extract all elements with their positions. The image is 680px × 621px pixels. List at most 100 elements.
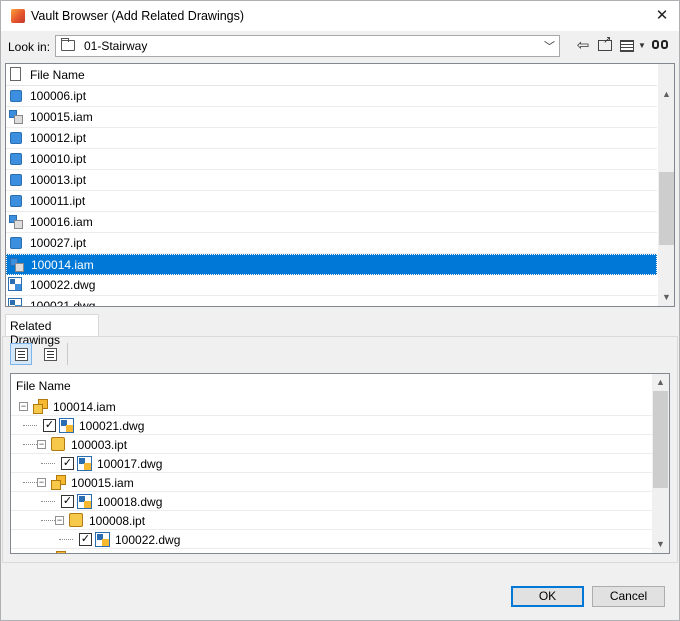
find-icon[interactable]	[651, 36, 671, 56]
file-name: 100015.iam	[30, 110, 93, 124]
tree-connector	[23, 425, 37, 426]
look-in-label: Look in:	[8, 40, 51, 54]
file-name: 100012.ipt	[30, 131, 87, 145]
assembly-file-icon	[9, 110, 23, 124]
file-row[interactable]: 100022.dwg	[6, 275, 657, 296]
file-row[interactable]: 100012.ipt	[6, 128, 657, 149]
toolbar-separator	[67, 343, 68, 365]
tree-item-name: 100021.dwg	[79, 419, 145, 433]
scrollbar-thumb[interactable]	[653, 391, 668, 488]
file-row[interactable]: 100015.iam	[6, 107, 657, 128]
file-row[interactable]: 100011.ipt	[6, 191, 657, 212]
part-file-icon	[10, 153, 22, 165]
scrollbar-thumb[interactable]	[659, 172, 674, 245]
tree-row[interactable]: − 100014.iam	[11, 397, 652, 416]
close-button[interactable]: ✕	[649, 3, 675, 29]
tree-row[interactable]: − 100015.iam	[11, 473, 652, 492]
tree-item-name: 100022.dwg	[115, 533, 181, 547]
part-file-icon	[10, 90, 22, 102]
file-list-scrollbar[interactable]: ▲ ▼	[658, 64, 674, 306]
tree-view-icon	[15, 348, 28, 361]
tree-item-name: 100003.ipt	[71, 438, 128, 452]
file-name: 100021.dwg	[30, 299, 96, 307]
scroll-down-icon[interactable]: ▼	[652, 536, 669, 553]
file-name: 100011.ipt	[30, 194, 86, 208]
include-checkbox[interactable]: ✓	[43, 419, 56, 432]
look-in-dropdown[interactable]: 01-Stairway ﹀	[55, 35, 560, 57]
file-name: 100016.iam	[30, 215, 93, 229]
tree-scrollbar[interactable]: ▲ ▼	[652, 374, 669, 553]
tree-connector	[41, 463, 55, 464]
part-file-icon	[69, 513, 83, 527]
scroll-up-icon[interactable]: ▲	[658, 86, 674, 103]
assembly-file-icon	[51, 551, 67, 553]
up-folder-icon[interactable]: ↗	[595, 36, 615, 56]
tree-row[interactable]: ✓ 100021.dwg	[11, 416, 652, 435]
file-name: 100010.ipt	[30, 152, 87, 166]
include-checkbox[interactable]: ✓	[61, 457, 74, 470]
tree-column-header: File Name	[16, 379, 71, 393]
cancel-button[interactable]: Cancel	[592, 586, 665, 607]
assembly-file-icon	[33, 399, 49, 414]
drawing-file-icon	[77, 494, 92, 509]
include-checkbox[interactable]: ✓	[79, 533, 92, 546]
window-title: Vault Browser (Add Related Drawings)	[31, 9, 245, 23]
part-file-icon	[51, 437, 65, 451]
file-row[interactable]: 100006.ipt	[6, 86, 657, 107]
file-row[interactable]: 100021.dwg	[6, 296, 657, 307]
collapse-toggle[interactable]: −	[37, 440, 46, 449]
tree-connector	[41, 501, 55, 502]
drawing-file-icon	[8, 298, 22, 306]
file-list[interactable]: File Name 100006.ipt 100015.iam 100012.ipt…	[5, 63, 675, 307]
tree-connector	[59, 539, 73, 540]
file-name: 100006.ipt	[30, 89, 87, 103]
scroll-down-icon[interactable]: ▼	[658, 289, 674, 306]
file-row[interactable]: 100016.iam	[6, 212, 657, 233]
view-menu-icon[interactable]: ▼	[618, 36, 646, 56]
tab-related-drawings[interactable]: Related Drawings	[5, 314, 99, 347]
file-row[interactable]: 100027.ipt	[6, 233, 657, 254]
assembly-file-icon	[51, 475, 67, 490]
tree-item-name: 100014.iam	[53, 400, 116, 414]
tree-row[interactable]: − 100008.ipt	[11, 511, 652, 530]
tree-item-name: 100017.dwg	[97, 457, 163, 471]
tree-row[interactable]: ✓ 100018.dwg	[11, 492, 652, 511]
assembly-file-icon	[10, 258, 24, 272]
tree-row[interactable]: ✓ 100017.dwg	[11, 454, 652, 473]
tree-item-name: 100018.dwg	[97, 495, 163, 509]
file-row[interactable]: 100010.ipt	[6, 149, 657, 170]
tree-item-name: 100016.iam	[71, 552, 134, 553]
file-name: 100013.ipt	[30, 173, 87, 187]
include-checkbox[interactable]: ✓	[61, 495, 74, 508]
title-bar: Vault Browser (Add Related Drawings) ✕	[1, 1, 679, 31]
file-name-column-header: File Name	[30, 68, 85, 82]
drawing-file-icon	[59, 418, 74, 433]
folder-icon	[61, 38, 75, 51]
collapse-toggle[interactable]: −	[19, 402, 28, 411]
chevron-down-icon[interactable]: ﹀	[544, 38, 555, 54]
scroll-up-icon[interactable]: ▲	[652, 374, 669, 391]
related-drawings-tree[interactable]: File Name − 100014.iam ✓ 100021.dwg − 100003.…	[10, 373, 670, 554]
file-name: 100027.ipt	[30, 236, 87, 250]
back-icon[interactable]: ⇦	[573, 36, 593, 56]
file-row[interactable]: 100013.ipt	[6, 170, 657, 191]
file-name: 100022.dwg	[30, 278, 96, 292]
tree-view-button[interactable]	[10, 343, 32, 365]
collapse-toggle[interactable]: −	[37, 478, 46, 487]
file-name: 100014.iam	[31, 258, 94, 272]
tree-connector	[41, 520, 55, 521]
tree-row[interactable]: − 100003.ipt	[11, 435, 652, 454]
drawing-file-icon	[95, 532, 110, 547]
list-view-icon	[44, 348, 57, 361]
drawing-file-icon	[8, 277, 22, 291]
tree-row[interactable]: ✓ 100022.dwg	[11, 530, 652, 549]
part-file-icon	[10, 237, 22, 249]
list-view-button[interactable]	[39, 343, 61, 365]
file-row[interactable]: 100014.iam	[6, 254, 657, 275]
file-list-header[interactable]: File Name	[6, 64, 657, 86]
ok-button[interactable]: OK	[511, 586, 584, 607]
look-in-value: 01-Stairway	[84, 39, 148, 53]
document-icon	[10, 67, 21, 81]
collapse-toggle[interactable]: −	[55, 516, 64, 525]
tree-row[interactable]: −100016.iam	[11, 549, 652, 553]
